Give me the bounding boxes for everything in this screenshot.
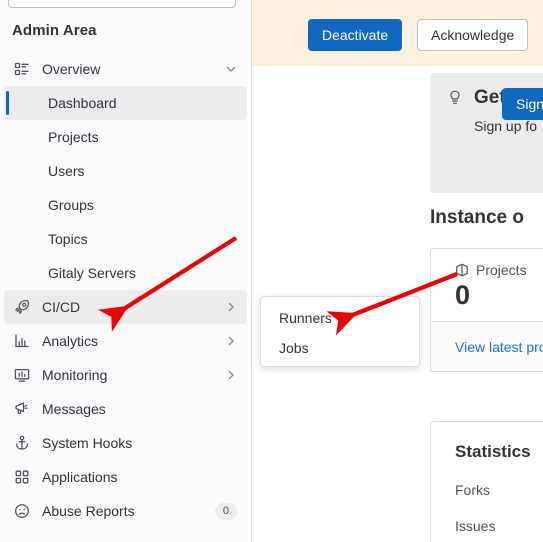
sidebar-item-label: System Hooks [42,435,133,451]
deactivate-button[interactable]: Deactivate [308,19,403,51]
sidebar-item-label: Messages [42,401,106,417]
flyout-item-runners[interactable]: Runners [261,303,419,333]
sidebar-nav: Overview Dashboard Projects Users Groups… [0,52,251,528]
sidebar-item-applications[interactable]: Applications [4,460,247,494]
sign-up-button[interactable]: Sign up [502,88,543,120]
sidebar-item-label: Monitoring [42,367,108,383]
statistics-row-issues: Issues [455,518,496,534]
sidebar-item-label: Gitaly Servers [48,265,136,281]
sidebar-item-topics[interactable]: Topics [4,222,247,256]
dashboard-list-icon [14,61,30,77]
sidebar-item-monitoring[interactable]: Monitoring [4,358,247,392]
admin-sidebar: Admin Area Overview Dashboard Projects U… [0,0,252,542]
chevron-right-icon [225,335,237,347]
lightbulb-icon [446,89,464,107]
alert-banner: Deactivate Acknowledge [252,0,543,66]
sidebar-item-label: Applications [42,469,118,485]
cicd-flyout-menu: Runners Jobs [260,296,420,367]
main-content: Deactivate Acknowledge Get secure Sign u… [252,0,543,542]
sidebar-item-label: Topics [48,231,88,247]
chevron-down-icon [225,63,237,75]
acknowledge-button[interactable]: Acknowledge [417,19,529,51]
sidebar-title: Admin Area [12,22,97,39]
instance-overview-title: Instance o [430,207,524,228]
monitor-icon [14,367,30,383]
anchor-icon [14,435,30,451]
sidebar-item-dashboard[interactable]: Dashboard [4,86,247,120]
cube-icon [455,263,469,277]
chevron-right-icon [225,301,237,313]
abuse-reports-count-badge: 0 [214,502,237,520]
search-input[interactable] [8,0,236,8]
sidebar-item-label: CI/CD [42,299,81,315]
projects-stat-value: 0 [455,280,471,310]
sidebar-item-projects[interactable]: Projects [4,120,247,154]
flyout-item-label: Jobs [279,340,309,356]
sidebar-item-overview[interactable]: Overview [4,52,247,86]
view-latest-projects-link[interactable]: View latest pro [455,339,543,355]
sidebar-item-label: Groups [48,197,94,213]
projects-stat-card[interactable]: Projects 0 [430,248,543,322]
active-indicator [6,91,9,115]
sidebar-item-label: Projects [48,129,99,145]
sidebar-item-label: Abuse Reports [42,503,135,519]
apps-grid-icon [14,469,30,485]
sidebar-item-groups[interactable]: Groups [4,188,247,222]
sidebar-item-label: Analytics [42,333,99,349]
projects-stat-header: Projects [455,262,543,278]
sidebar-item-users[interactable]: Users [4,154,247,188]
projects-stat-label: Projects [476,262,527,278]
sidebar-item-abuse-reports[interactable]: Abuse Reports 0 [4,494,247,528]
chevron-right-icon [225,369,237,381]
sidebar-item-gitaly-servers[interactable]: Gitaly Servers [4,256,247,290]
sad-face-icon [14,503,30,519]
sidebar-item-system-hooks[interactable]: System Hooks [4,426,247,460]
sidebar-item-messages[interactable]: Messages [4,392,247,426]
promo-subtitle: Sign up fo [474,118,538,134]
sidebar-item-label: Dashboard [48,95,117,111]
statistics-card: Statistics Forks Issues [430,421,543,542]
megaphone-icon [14,401,30,417]
statistics-row-forks: Forks [455,482,490,498]
sidebar-item-cicd[interactable]: CI/CD [4,290,247,324]
latest-projects-link-row: View latest pro [430,322,543,372]
flyout-item-jobs[interactable]: Jobs [261,333,419,363]
chart-bar-icon [14,333,30,349]
rocket-icon [14,299,30,315]
statistics-title: Statistics [455,442,531,461]
flyout-item-label: Runners [279,310,332,326]
sidebar-item-label: Overview [42,61,101,77]
sidebar-item-analytics[interactable]: Analytics [4,324,247,358]
sidebar-item-label: Users [48,163,85,179]
